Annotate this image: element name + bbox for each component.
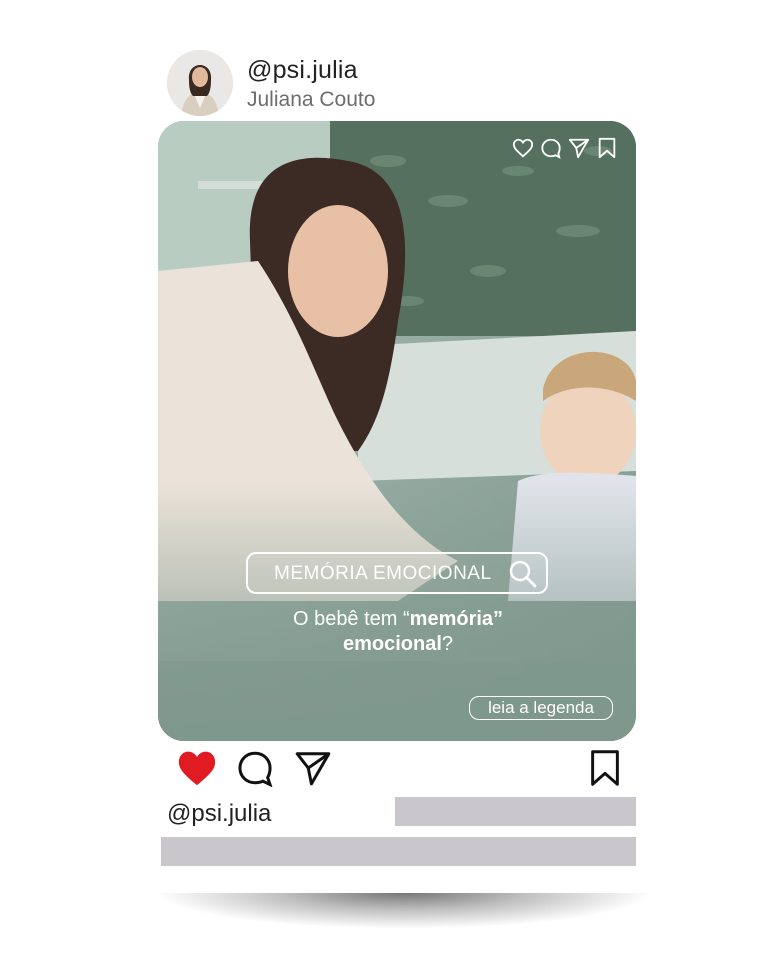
caption-handle[interactable]: @psi.julia [167, 800, 271, 828]
question-text-end: ? [441, 633, 454, 655]
comment-icon[interactable] [236, 749, 274, 792]
question-text-bold1: memória” [409, 608, 504, 630]
bookmark-icon [596, 137, 618, 159]
comment-icon [540, 137, 562, 159]
caption-placeholder-bar [161, 837, 636, 866]
read-caption-button[interactable]: leia a legenda [469, 696, 613, 720]
profile-name: Juliana Couto [247, 88, 376, 111]
card-shadow [160, 892, 648, 928]
heart-outline-icon [512, 137, 534, 159]
profile-handle[interactable]: @psi.julia [247, 56, 358, 85]
caption-placeholder-bar [395, 797, 636, 826]
post-question: O bebê tem “memória” emocional? [218, 607, 578, 657]
post-actions [0, 749, 768, 789]
image-top-icons [512, 137, 618, 159]
heart-filled-icon[interactable] [176, 749, 218, 792]
search-icon [508, 559, 538, 589]
send-icon [568, 137, 590, 159]
search-label: MEMÓRIA EMOCIONAL [274, 563, 492, 584]
profile-avatar[interactable] [167, 50, 233, 116]
question-text-bold2: emocional [342, 633, 442, 655]
send-icon[interactable] [294, 749, 332, 792]
search-bar: MEMÓRIA EMOCIONAL [246, 552, 548, 594]
post-image[interactable]: MEMÓRIA EMOCIONAL O bebê tem “memória” e… [158, 121, 636, 741]
bookmark-icon[interactable] [588, 749, 622, 792]
question-text-part1: O bebê tem “ [292, 608, 410, 630]
